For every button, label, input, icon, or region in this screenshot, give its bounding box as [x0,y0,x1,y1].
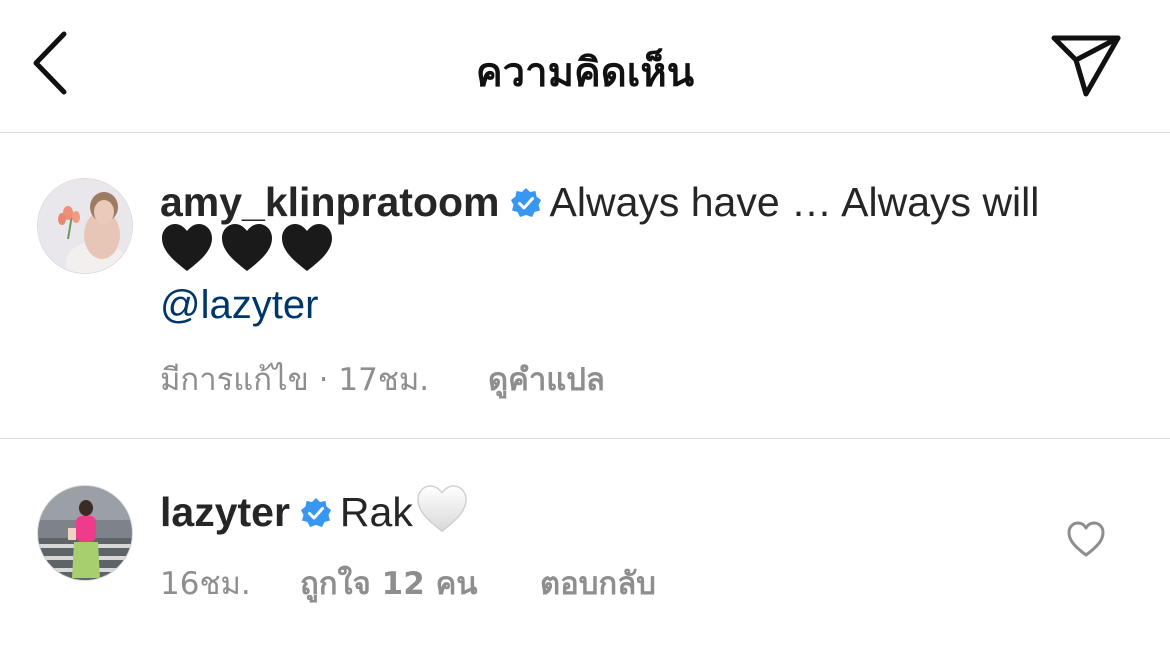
comment-2-text: Rak [339,489,413,535]
verified-badge-icon [510,182,542,217]
black-heart-icon [282,224,332,271]
comment-1-edited: มีการแก้ไข · 17ชม. [160,362,430,398]
reply-button[interactable]: ตอบกลับ [540,558,656,608]
heart-outline-icon [1067,521,1105,557]
white-heart-emoji-icon [415,484,469,534]
comment-1-username[interactable]: amy_klinpratoom [160,179,500,225]
comment-2-username[interactable]: lazyter [160,489,290,535]
mention-link[interactable]: @lazyter [160,283,318,327]
comment-1-mention-line: @lazyter [160,281,318,329]
share-button[interactable] [1048,32,1124,100]
black-heart-icon [162,224,212,271]
page-title: ความคิดเห็น [475,50,695,96]
avatar-lazyter[interactable] [37,485,133,581]
comment-1-line: amy_klinpratoom Always have … Always will [160,178,1039,227]
like-button[interactable] [1066,520,1106,560]
comment-1-emoji [160,222,334,274]
black-heart-icon [222,224,272,271]
see-translation-button[interactable]: ดูคำแปล [488,354,605,404]
comment-2-line: lazyter Rak [160,484,469,537]
avatar-amy[interactable] [37,178,133,274]
comment-2-time: 16ชม. [160,566,251,602]
header-divider [0,132,1170,133]
comment-divider [0,438,1170,439]
likes-count-button[interactable]: ถูกใจ 12 คน [300,558,478,608]
comment-1-text: Always have … Always will [549,179,1040,225]
header-bar: ความคิดเห็น [0,0,1170,132]
paper-plane-icon [1051,35,1121,97]
verified-badge-icon [300,492,332,527]
